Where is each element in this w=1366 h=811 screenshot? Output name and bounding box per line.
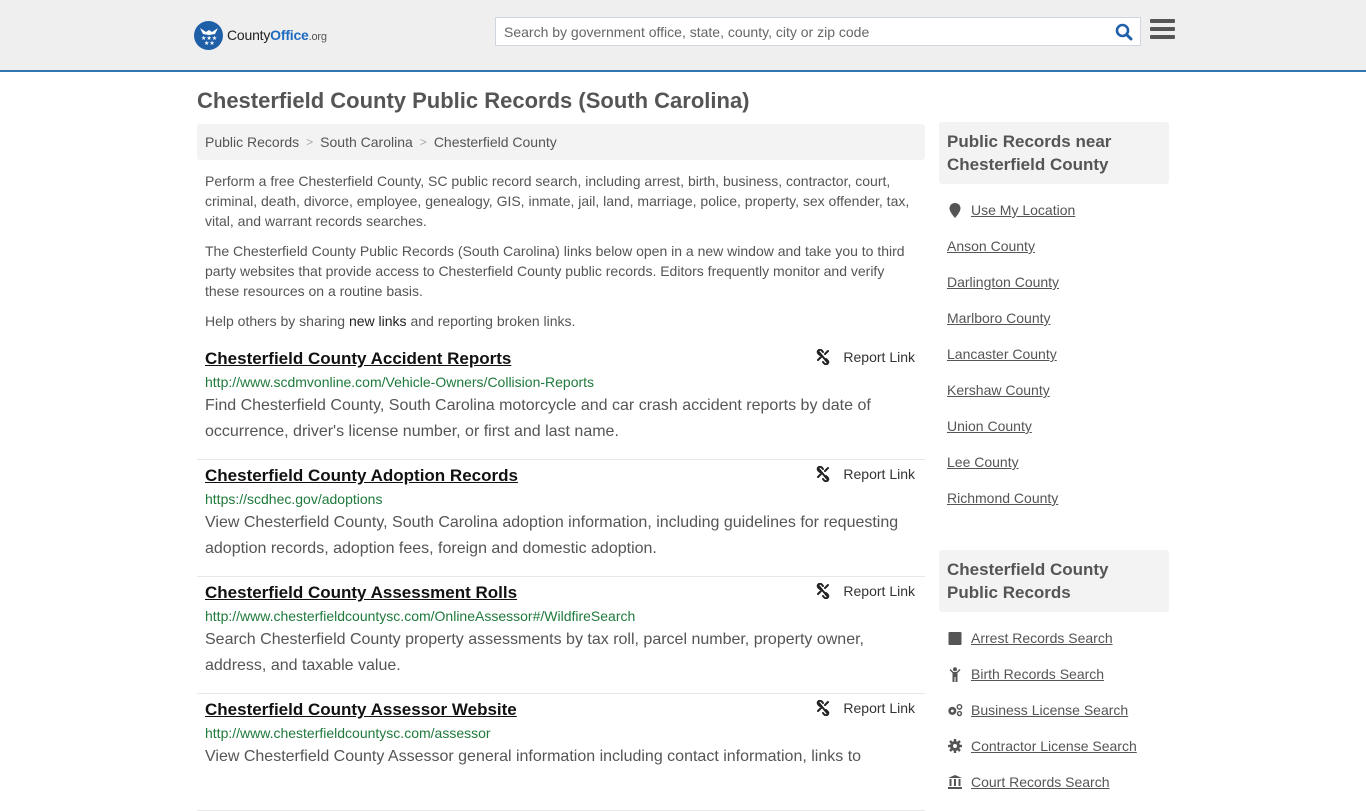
record-description: View Chesterfield County, South Carolina… [205, 514, 899, 557]
baby-icon [947, 666, 963, 682]
county-link-kershaw[interactable]: Kershaw County [947, 382, 1050, 398]
intro-paragraph: The Chesterfield County Public Records (… [205, 243, 905, 299]
arrest-icon [947, 631, 963, 645]
record-description: Find Chesterfield County, South Carolina… [205, 397, 871, 440]
use-my-location-item: Use My Location [947, 192, 1161, 228]
main-content: Public Records > South Carolina > Cheste… [197, 124, 925, 811]
search-input[interactable] [496, 18, 1108, 45]
birth-records-link[interactable]: Birth Records Search [971, 666, 1104, 682]
record-item: Chesterfield County Adoption Records Rep… [197, 460, 925, 577]
site-logo[interactable]: ★★★ ★★ CountyOffice.org [194, 20, 327, 50]
county-link-lee[interactable]: Lee County [947, 454, 1019, 470]
public-record-item: Contractor License Search [947, 728, 1161, 764]
broken-link-icon [817, 466, 830, 482]
menu-bar-icon [1150, 27, 1175, 31]
report-link-button[interactable]: Report Link [815, 466, 915, 482]
record-url: http://www.chesterfieldcountysc.com/Onli… [205, 608, 636, 624]
courthouse-icon [947, 775, 963, 789]
nearby-county-item: Lancaster County [947, 336, 1161, 372]
broken-link-icon [817, 700, 830, 716]
broken-link-icon [817, 349, 830, 365]
menu-bar-icon [1150, 19, 1175, 23]
record-title-link[interactable]: Chesterfield County Adoption Records [205, 464, 518, 488]
record-url: http://www.scdmvonline.com/Vehicle-Owner… [205, 374, 595, 390]
public-records-list: Arrest Records Search Birth Records Sear… [939, 620, 1169, 800]
search-icon [1115, 23, 1133, 40]
record-title-link[interactable]: Chesterfield County Assessor Website [205, 698, 517, 722]
page-title: Chesterfield County Public Records (Sout… [197, 88, 750, 113]
search-button[interactable] [1108, 18, 1140, 45]
report-link-button[interactable]: Report Link [815, 583, 915, 599]
use-my-location-link[interactable]: Use My Location [971, 202, 1075, 218]
nearby-county-item: Marlboro County [947, 300, 1161, 336]
record-item: Chesterfield County Assessor Website Rep… [197, 694, 925, 811]
record-url: http://www.chesterfieldcountysc.com/asse… [205, 725, 491, 741]
report-link-button[interactable]: Report Link [815, 349, 915, 365]
new-links-link[interactable]: new links [349, 313, 407, 329]
record-description: View Chesterfield County Assessor genera… [205, 748, 862, 765]
public-record-item: Arrest Records Search [947, 620, 1161, 656]
breadcrumb-south-carolina[interactable]: South Carolina [320, 134, 413, 150]
record-item: Chesterfield County Accident Reports Rep… [197, 343, 925, 460]
breadcrumb-public-records[interactable]: Public Records [205, 134, 299, 150]
county-link-lancaster[interactable]: Lancaster County [947, 346, 1057, 362]
svg-text:★★: ★★ [204, 40, 215, 45]
hamburger-menu-button[interactable] [1150, 19, 1175, 42]
record-title-link[interactable]: Chesterfield County Assessment Rolls [205, 581, 517, 605]
nearby-records-heading: Public Records near Chesterfield County [939, 122, 1169, 184]
nearby-county-item: Richmond County [947, 480, 1161, 516]
public-record-item: Business License Search [947, 692, 1161, 728]
contractor-license-link[interactable]: Contractor License Search [971, 738, 1137, 754]
intro-section: Perform a free Chesterfield County, SC p… [197, 171, 925, 331]
gear-icon [947, 739, 963, 753]
sidebar: Public Records near Chesterfield County … [939, 122, 1169, 800]
record-list: Chesterfield County Accident Reports Rep… [197, 343, 925, 811]
intro-paragraph: Perform a free Chesterfield County, SC p… [205, 173, 910, 229]
nearby-county-list: Use My Location Anson County Darlington … [939, 192, 1169, 516]
gears-icon [947, 703, 963, 717]
site-header: ★★★ ★★ CountyOffice.org [0, 0, 1366, 72]
public-record-item: Court Records Search [947, 764, 1161, 800]
record-title-link[interactable]: Chesterfield County Accident Reports [205, 347, 511, 371]
nearby-county-item: Lee County [947, 444, 1161, 480]
menu-bar-icon [1150, 35, 1175, 39]
county-link-anson[interactable]: Anson County [947, 238, 1035, 254]
eagle-logo-icon: ★★★ ★★ [194, 20, 223, 50]
record-url: https://scdhec.gov/adoptions [205, 491, 383, 507]
court-records-link[interactable]: Court Records Search [971, 774, 1110, 790]
report-link-button[interactable]: Report Link [815, 700, 915, 716]
nearby-county-item: Kershaw County [947, 372, 1161, 408]
nearby-county-item: Union County [947, 408, 1161, 444]
county-public-records-heading: Chesterfield County Public Records [939, 550, 1169, 612]
logo-text: CountyOffice.org [227, 27, 327, 43]
record-item: Chesterfield County Assessment Rolls Rep… [197, 577, 925, 694]
nearby-county-item: Anson County [947, 228, 1161, 264]
map-marker-icon [947, 202, 963, 218]
breadcrumb-chesterfield-county[interactable]: Chesterfield County [434, 134, 557, 150]
county-link-richmond[interactable]: Richmond County [947, 490, 1058, 506]
search-bar [495, 17, 1141, 46]
help-text: Help others by sharing new links and rep… [205, 313, 576, 329]
breadcrumb-separator: > [419, 135, 427, 149]
county-link-union[interactable]: Union County [947, 418, 1032, 434]
nearby-county-item: Darlington County [947, 264, 1161, 300]
breadcrumb: Public Records > South Carolina > Cheste… [197, 124, 925, 160]
broken-link-icon [817, 583, 830, 599]
public-record-item: Birth Records Search [947, 656, 1161, 692]
record-description: Search Chesterfield County property asse… [205, 631, 864, 674]
breadcrumb-separator: > [306, 135, 314, 149]
arrest-records-link[interactable]: Arrest Records Search [971, 630, 1113, 646]
business-license-link[interactable]: Business License Search [971, 702, 1128, 718]
county-link-marlboro[interactable]: Marlboro County [947, 310, 1051, 326]
county-link-darlington[interactable]: Darlington County [947, 274, 1059, 290]
